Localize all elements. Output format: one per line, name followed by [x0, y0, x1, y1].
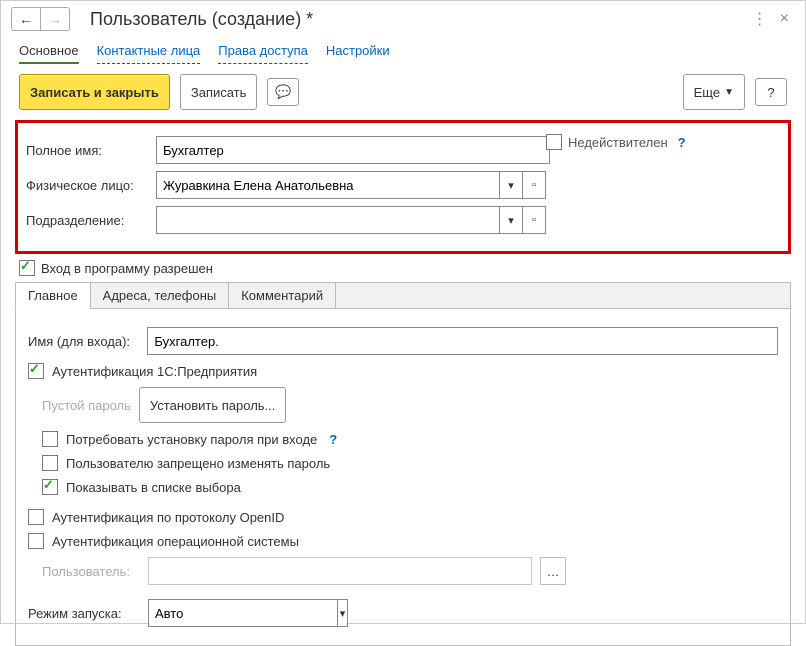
show-in-list-label: Показывать в списке выбора	[66, 480, 241, 495]
auth-1c-label: Аутентификация 1С:Предприятия	[52, 364, 257, 379]
os-user-input	[148, 557, 532, 585]
auth-os-label: Аутентификация операционной системы	[52, 534, 299, 549]
close-icon[interactable]: ×	[774, 6, 795, 32]
inner-tab-main[interactable]: Главное	[15, 282, 91, 309]
top-tab-settings[interactable]: Настройки	[326, 43, 390, 64]
fullname-input[interactable]	[156, 136, 550, 164]
chevron-down-icon: ▾	[508, 214, 514, 227]
inner-tab-addresses[interactable]: Адреса, телефоны	[90, 282, 230, 309]
department-dropdown-button[interactable]: ▾	[499, 206, 522, 234]
auth-openid-checkbox[interactable]	[28, 509, 44, 525]
department-input[interactable]	[156, 206, 499, 234]
inactive-checkbox[interactable]	[546, 134, 562, 150]
department-open-button[interactable]: ▫	[522, 206, 546, 234]
help-button[interactable]: ?	[755, 78, 787, 106]
auth-os-checkbox[interactable]	[28, 533, 44, 549]
require-pwd-label: Потребовать установку пароля при входе	[66, 432, 317, 447]
chevron-down-icon: ▾	[508, 179, 514, 192]
top-tab-contacts[interactable]: Контактные лица	[97, 43, 201, 64]
person-open-button[interactable]: ▫	[522, 171, 546, 199]
window-title: Пользователь (создание) *	[90, 9, 746, 30]
login-allowed-checkbox[interactable]	[19, 260, 35, 276]
os-user-label: Пользователь:	[42, 564, 140, 579]
nav-back-button[interactable]: ←	[11, 7, 41, 31]
top-tab-main[interactable]: Основное	[19, 43, 79, 64]
chevron-down-icon: ▾	[340, 607, 346, 620]
fullname-label: Полное имя:	[26, 143, 156, 158]
forbid-change-pwd-label: Пользователю запрещено изменять пароль	[66, 456, 330, 471]
department-label: Подразделение:	[26, 213, 156, 228]
discuss-button[interactable]: 💬	[267, 78, 299, 106]
empty-password-text: Пустой пароль	[42, 398, 131, 413]
top-tab-access[interactable]: Права доступа	[218, 43, 308, 64]
login-allowed-label: Вход в программу разрешен	[41, 261, 213, 276]
more-label: Еще	[694, 85, 720, 100]
more-button[interactable]: Еще ▼	[683, 74, 745, 110]
person-input[interactable]	[156, 171, 499, 199]
require-pwd-checkbox[interactable]	[42, 431, 58, 447]
nav-forward-button[interactable]: →	[41, 7, 70, 31]
login-name-input[interactable]	[147, 327, 778, 355]
login-name-label: Имя (для входа):	[28, 334, 139, 349]
os-user-select-button[interactable]: …	[540, 557, 566, 585]
discuss-icon: 💬	[275, 84, 291, 100]
menu-dots-icon[interactable]: ⋮	[746, 5, 774, 33]
inactive-label: Недействителен	[568, 135, 668, 150]
chevron-down-icon: ▼	[724, 87, 734, 98]
save-close-button[interactable]: Записать и закрыть	[19, 74, 170, 110]
inner-tab-comment[interactable]: Комментарий	[228, 282, 336, 309]
auth-openid-label: Аутентификация по протоколу OpenID	[52, 510, 284, 525]
launch-mode-input[interactable]	[148, 599, 337, 627]
show-in-list-checkbox[interactable]	[42, 479, 58, 495]
open-ref-icon: ▫	[532, 179, 536, 191]
open-ref-icon: ▫	[532, 214, 536, 226]
require-pwd-help[interactable]: ?	[329, 432, 337, 447]
forbid-change-pwd-checkbox[interactable]	[42, 455, 58, 471]
person-label: Физическое лицо:	[26, 178, 156, 193]
inactive-help[interactable]: ?	[678, 135, 686, 150]
launch-mode-label: Режим запуска:	[28, 606, 140, 621]
save-button[interactable]: Записать	[180, 74, 258, 110]
person-dropdown-button[interactable]: ▾	[499, 171, 522, 199]
launch-mode-dropdown-button[interactable]: ▾	[337, 599, 348, 627]
auth-1c-checkbox[interactable]	[28, 363, 44, 379]
set-password-button[interactable]: Установить пароль...	[139, 387, 286, 423]
